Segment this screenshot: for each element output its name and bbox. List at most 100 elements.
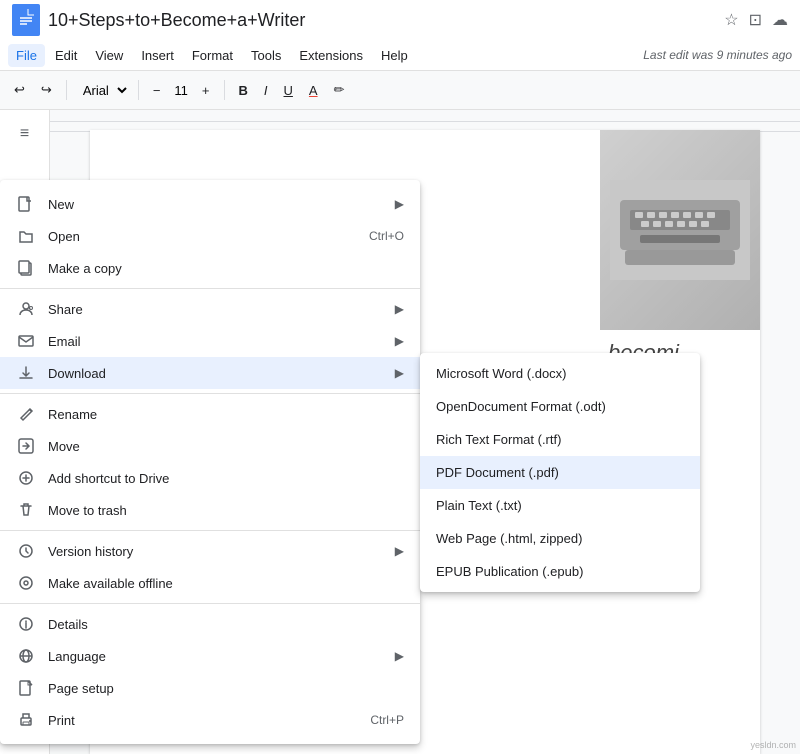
- menu-edit[interactable]: Edit: [47, 44, 85, 67]
- font-size-increase[interactable]: +: [196, 79, 216, 102]
- open-icon: [16, 228, 36, 244]
- text-color-button[interactable]: A: [303, 79, 324, 102]
- details-icon: [16, 616, 36, 632]
- file-menu-section-4: Version history ▶ Make available offline: [0, 531, 420, 604]
- menu-insert[interactable]: Insert: [133, 44, 182, 67]
- undo-button[interactable]: ↩: [8, 78, 31, 102]
- download-rtf-label: Rich Text Format (.rtf): [436, 432, 561, 447]
- print-label: Print: [48, 713, 370, 728]
- doc-title: 10+Steps+to+Become+a+Writer: [48, 10, 716, 31]
- print-icon: [16, 712, 36, 728]
- menu-extensions[interactable]: Extensions: [291, 44, 371, 67]
- file-menu-make-copy[interactable]: Make a copy: [0, 252, 420, 284]
- new-icon: [16, 196, 36, 212]
- download-odt[interactable]: OpenDocument Format (.odt): [420, 390, 700, 423]
- new-label: New: [48, 197, 395, 212]
- download-label: Download: [48, 366, 395, 381]
- download-epub-label: EPUB Publication (.epub): [436, 564, 583, 579]
- download-pdf-label: PDF Document (.pdf): [436, 465, 559, 480]
- font-family-select[interactable]: Arial: [75, 80, 130, 101]
- text-color-label: A: [309, 83, 318, 98]
- menu-bar: File Edit View Insert Format Tools Exten…: [0, 40, 800, 70]
- download-txt-label: Plain Text (.txt): [436, 498, 522, 513]
- watermark: yesldn.com: [750, 740, 796, 750]
- download-icon: [16, 365, 36, 381]
- toolbar-separator-3: [224, 80, 225, 100]
- file-menu-rename[interactable]: Rename: [0, 398, 420, 430]
- sidebar-comments-btn[interactable]: ≡: [9, 118, 41, 150]
- star-icon[interactable]: ☆: [724, 10, 738, 30]
- trash-icon: [16, 502, 36, 518]
- font-size-value: 11: [170, 83, 192, 98]
- cloud-icon[interactable]: ☁: [772, 10, 788, 30]
- ruler-bar: [50, 110, 800, 132]
- make-copy-icon: [16, 260, 36, 276]
- file-menu-add-shortcut[interactable]: Add shortcut to Drive: [0, 462, 420, 494]
- share-icon: [16, 301, 36, 317]
- email-arrow: ▶: [395, 334, 404, 348]
- file-menu-section-3: Rename Move Add shortcut to Drive: [0, 394, 420, 531]
- download-epub[interactable]: EPUB Publication (.epub): [420, 555, 700, 588]
- rename-label: Rename: [48, 407, 404, 422]
- download-docx[interactable]: Microsoft Word (.docx): [420, 357, 700, 390]
- page-setup-icon: [16, 680, 36, 696]
- toolbar-separator-2: [138, 80, 139, 100]
- file-menu-share[interactable]: Share ▶: [0, 293, 420, 325]
- file-menu-page-setup[interactable]: Page setup: [0, 672, 420, 704]
- last-edit-text: Last edit was 9 minutes ago: [643, 48, 792, 62]
- file-menu-section-1: New ▶ Open Ctrl+O Make a copy: [0, 184, 420, 289]
- download-rtf[interactable]: Rich Text Format (.rtf): [420, 423, 700, 456]
- file-menu-offline[interactable]: Make available offline: [0, 567, 420, 599]
- add-shortcut-label: Add shortcut to Drive: [48, 471, 404, 486]
- highlight-button[interactable]: ✏: [328, 78, 351, 102]
- details-label: Details: [48, 617, 404, 632]
- file-menu-new[interactable]: New ▶: [0, 188, 420, 220]
- move-icon: [16, 438, 36, 454]
- file-menu-download[interactable]: Download ▶ Microsoft Word (.docx) OpenDo…: [0, 357, 420, 389]
- history-icon[interactable]: ⊡: [749, 10, 762, 30]
- menu-format[interactable]: Format: [184, 44, 241, 67]
- download-pdf[interactable]: PDF Document (.pdf): [420, 456, 700, 489]
- share-label: Share: [48, 302, 395, 317]
- font-size-decrease[interactable]: −: [147, 79, 167, 102]
- bold-button[interactable]: B: [233, 79, 254, 102]
- email-label: Email: [48, 334, 395, 349]
- rename-icon: [16, 406, 36, 422]
- add-shortcut-icon: [16, 470, 36, 486]
- offline-icon: [16, 575, 36, 591]
- file-menu-language[interactable]: Language ▶: [0, 640, 420, 672]
- download-submenu: Microsoft Word (.docx) OpenDocument Form…: [420, 353, 700, 592]
- file-menu: New ▶ Open Ctrl+O Make a copy: [0, 180, 420, 744]
- file-menu-version-history[interactable]: Version history ▶: [0, 535, 420, 567]
- italic-button[interactable]: I: [258, 79, 274, 102]
- print-shortcut: Ctrl+P: [370, 713, 404, 727]
- file-menu-section-5: Details Language ▶ Page setup: [0, 604, 420, 740]
- menu-view[interactable]: View: [87, 44, 131, 67]
- file-menu-email[interactable]: Email ▶: [0, 325, 420, 357]
- open-shortcut: Ctrl+O: [369, 229, 404, 243]
- menu-file[interactable]: File: [8, 44, 45, 67]
- open-label: Open: [48, 229, 369, 244]
- underline-button[interactable]: U: [278, 79, 299, 102]
- file-menu-section-2: Share ▶ Email ▶ Download ▶: [0, 289, 420, 394]
- download-docx-label: Microsoft Word (.docx): [436, 366, 567, 381]
- menu-help[interactable]: Help: [373, 44, 416, 67]
- redo-button[interactable]: ↪: [35, 78, 58, 102]
- menu-tools[interactable]: Tools: [243, 44, 289, 67]
- language-label: Language: [48, 649, 395, 664]
- toolbar-separator-1: [66, 80, 67, 100]
- version-history-label: Version history: [48, 544, 395, 559]
- doc-icon: [12, 4, 40, 36]
- download-html[interactable]: Web Page (.html, zipped): [420, 522, 700, 555]
- share-arrow: ▶: [395, 302, 404, 316]
- file-menu-open[interactable]: Open Ctrl+O: [0, 220, 420, 252]
- file-menu-details[interactable]: Details: [0, 608, 420, 640]
- trash-label: Move to trash: [48, 503, 404, 518]
- file-menu-move[interactable]: Move: [0, 430, 420, 462]
- version-history-icon: [16, 543, 36, 559]
- download-txt[interactable]: Plain Text (.txt): [420, 489, 700, 522]
- file-menu-trash[interactable]: Move to trash: [0, 494, 420, 526]
- title-icons: ☆ ⊡ ☁: [724, 10, 788, 30]
- language-arrow: ▶: [395, 649, 404, 663]
- file-menu-print[interactable]: Print Ctrl+P: [0, 704, 420, 736]
